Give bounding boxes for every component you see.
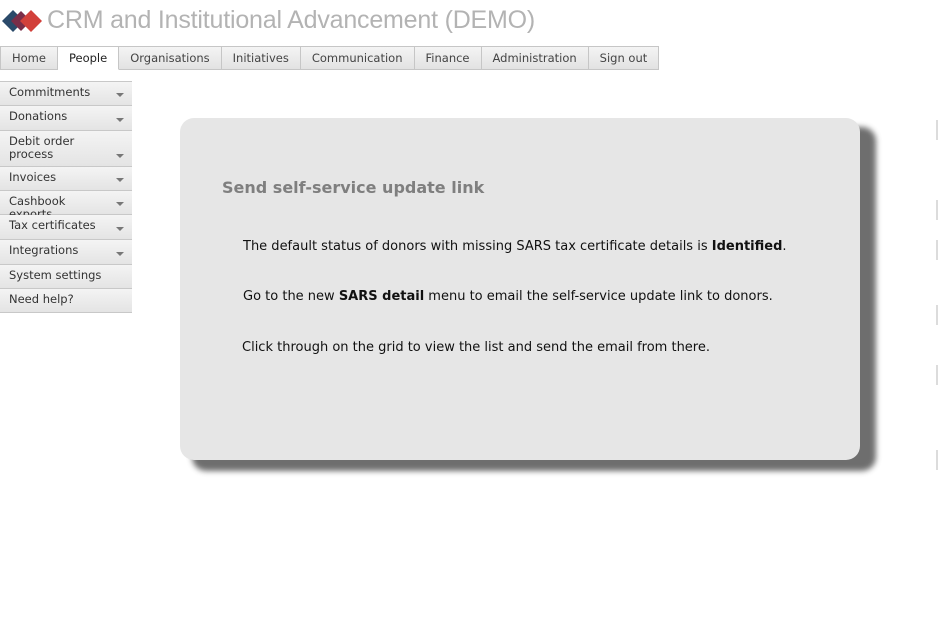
tab-initiatives[interactable]: Initiatives <box>221 46 301 70</box>
tab-communication[interactable]: Communication <box>300 46 415 70</box>
app-title: CRM and Institutional Advancement (DEMO) <box>47 6 536 34</box>
tab-sign-out[interactable]: Sign out <box>588 46 660 70</box>
panel-title: Send self-service update link <box>222 178 485 197</box>
tab-people[interactable]: People <box>57 46 120 70</box>
sidebar-item-invoices[interactable]: Invoices <box>0 167 132 191</box>
info-panel: Send self-service update link The defaul… <box>180 118 860 460</box>
sidebar-item-need-help[interactable]: Need help? <box>0 289 132 313</box>
tab-organisations[interactable]: Organisations <box>119 46 222 70</box>
chevron-down-icon <box>116 118 124 122</box>
sidebar-item-label: Tax certificates <box>9 218 96 232</box>
chevron-down-icon <box>116 252 124 256</box>
sidebar-item-system-settings[interactable]: System settings <box>0 265 132 289</box>
sidebar-item-label: Need help? <box>9 292 74 306</box>
tab-administration[interactable]: Administration <box>481 46 589 70</box>
main-nav: Home People Organisations Initiatives Co… <box>0 46 660 70</box>
status-identified: Identified <box>711 239 783 254</box>
sars-detail-menu-ref: SARS detail <box>338 289 425 304</box>
sidebar-item-integrations[interactable]: Integrations <box>0 240 132 265</box>
app-logo <box>2 10 42 32</box>
chevron-down-icon <box>116 93 124 97</box>
sidebar-item-label: Integrations <box>9 243 79 257</box>
sidebar-item-label: Invoices <box>9 170 57 184</box>
app-header: CRM and Institutional Advancement (DEMO) <box>0 4 939 42</box>
tab-home[interactable]: Home <box>0 46 58 70</box>
tab-finance[interactable]: Finance <box>414 46 482 70</box>
sidebar-item-cashbook-exports[interactable]: Cashbook exports <box>0 191 132 221</box>
sidebar-item-label: Debit order process <box>9 134 75 161</box>
chevron-down-icon <box>116 178 124 182</box>
sidebar-item-label: Donations <box>9 109 68 123</box>
sidebar-item-commitments[interactable]: Commitments <box>0 81 132 106</box>
sidebar-menu: Commitments Donations Debit order proces… <box>0 81 132 313</box>
sidebar-item-tax-certificates[interactable]: Tax certificates <box>0 215 132 240</box>
sidebar-item-label: System settings <box>9 268 102 282</box>
chevron-down-icon <box>116 227 124 231</box>
sidebar-item-debit-order-process[interactable]: Debit order process <box>0 131 132 167</box>
panel-text-click-through: Click through on the grid to view the li… <box>242 340 710 355</box>
panel-text-sars-detail: Go to the new SARS detail menu to email … <box>243 289 773 304</box>
chevron-down-icon <box>116 154 124 158</box>
sidebar-item-donations[interactable]: Donations <box>0 106 132 131</box>
panel-text-status: The default status of donors with missin… <box>243 239 787 254</box>
chevron-down-icon <box>116 202 124 206</box>
sidebar-item-label: Commitments <box>9 85 91 99</box>
